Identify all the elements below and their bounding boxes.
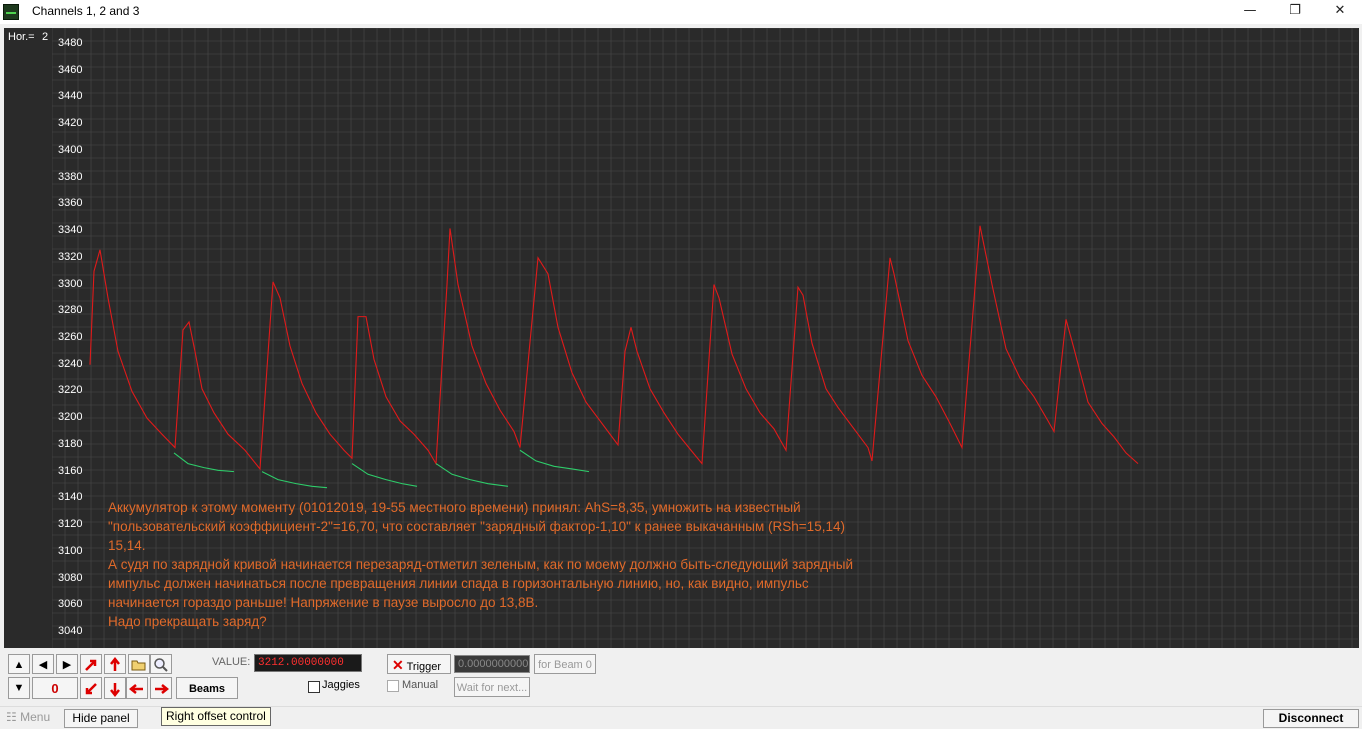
arrow-down-icon[interactable] bbox=[104, 677, 126, 699]
control-panel: ▲ ▼ ◀ ▶ 0 Beams VALUE: 3212.00000000 Jag… bbox=[0, 650, 1362, 705]
trigger-button[interactable]: ✕ Trigger bbox=[387, 654, 451, 674]
chart-annotation: Аккумулятор к этому моменту (01012019, 1… bbox=[108, 500, 853, 629]
y-tick-label: 3140 bbox=[58, 491, 83, 504]
y-tick-label: 3380 bbox=[58, 170, 83, 183]
y-tick-label: 3400 bbox=[58, 143, 83, 156]
y-tick-label: 3360 bbox=[58, 197, 83, 210]
hor-value: 2 bbox=[42, 31, 49, 43]
diag-up-right-icon[interactable] bbox=[80, 654, 102, 674]
trigger-value-field[interactable]: 0.0000000000 bbox=[454, 655, 530, 673]
menu-icon: ☷ bbox=[6, 710, 17, 724]
menu-label: Menu bbox=[20, 710, 51, 724]
title-bar: Channels 1, 2 and 3 — ❐ ✕ bbox=[0, 0, 1362, 24]
trigger-label: Trigger bbox=[406, 661, 442, 673]
y-tick-label: 3260 bbox=[58, 331, 83, 343]
arrow-up-icon[interactable] bbox=[104, 654, 126, 674]
y-tick-label: 3320 bbox=[58, 250, 83, 263]
hor-label: Hor.= bbox=[8, 31, 35, 43]
expected-curve-line bbox=[519, 449, 590, 473]
x-icon: ✕ bbox=[392, 657, 404, 673]
y-tick-label: 3240 bbox=[58, 357, 83, 370]
arrow-right-icon[interactable] bbox=[150, 677, 172, 699]
y-tick-label: 3100 bbox=[58, 544, 83, 557]
y-tick-label: 3420 bbox=[58, 117, 83, 130]
y-tick-label: 3200 bbox=[58, 411, 83, 424]
wait-for-next-button[interactable]: Wait for next... bbox=[454, 677, 530, 697]
diag-down-left-icon[interactable] bbox=[80, 677, 102, 699]
zoom-icon[interactable] bbox=[150, 654, 172, 674]
manual-checkbox[interactable] bbox=[387, 680, 399, 692]
y-tick-label: 3340 bbox=[58, 224, 83, 237]
close-button[interactable]: ✕ bbox=[1317, 0, 1362, 24]
y-tick-label: 3120 bbox=[58, 518, 83, 531]
disconnect-button[interactable]: Disconnect bbox=[1263, 709, 1359, 728]
manual-label: Manual bbox=[402, 679, 439, 691]
maximize-button[interactable]: ❐ bbox=[1272, 0, 1318, 24]
value-label: VALUE: bbox=[212, 656, 251, 668]
scale-up-button[interactable]: ▲ bbox=[8, 654, 30, 674]
y-tick-label: 3300 bbox=[58, 277, 83, 290]
y-tick-label: 3040 bbox=[58, 624, 83, 637]
menu-button[interactable]: ☷ Menu bbox=[6, 710, 50, 724]
jaggies-label: Jaggies bbox=[322, 679, 360, 691]
expected-curve-line bbox=[173, 452, 235, 473]
tooltip: Right offset control bbox=[161, 707, 271, 726]
y-tick-label: 3080 bbox=[58, 571, 83, 584]
offset-value[interactable]: 0 bbox=[32, 677, 78, 699]
window-title: Channels 1, 2 and 3 bbox=[32, 4, 140, 18]
for-beam-button[interactable]: for Beam 0 bbox=[534, 654, 596, 674]
jaggies-checkbox[interactable] bbox=[308, 681, 320, 693]
y-tick-label: 3440 bbox=[58, 90, 83, 103]
scroll-right-button[interactable]: ▶ bbox=[56, 654, 78, 674]
y-tick-label: 3060 bbox=[58, 598, 83, 611]
hide-panel-button[interactable]: Hide panel bbox=[64, 709, 138, 728]
minimize-button[interactable]: — bbox=[1227, 0, 1273, 24]
scroll-left-button[interactable]: ◀ bbox=[32, 654, 54, 674]
y-tick-label: 3180 bbox=[58, 437, 83, 450]
y-tick-label: 3280 bbox=[58, 304, 83, 317]
y-tick-label: 3220 bbox=[58, 384, 83, 397]
arrow-left-icon[interactable] bbox=[126, 677, 148, 699]
folder-open-icon[interactable] bbox=[128, 654, 150, 674]
app-icon bbox=[3, 4, 19, 20]
scale-down-button[interactable]: ▼ bbox=[8, 677, 30, 699]
beams-button[interactable]: Beams bbox=[176, 677, 238, 699]
value-field[interactable]: 3212.00000000 bbox=[254, 654, 362, 672]
y-tick-label: 3160 bbox=[58, 464, 83, 477]
y-tick-label: 3480 bbox=[58, 37, 83, 50]
y-tick-label: 3460 bbox=[58, 63, 83, 76]
expected-curve-line bbox=[261, 471, 328, 489]
